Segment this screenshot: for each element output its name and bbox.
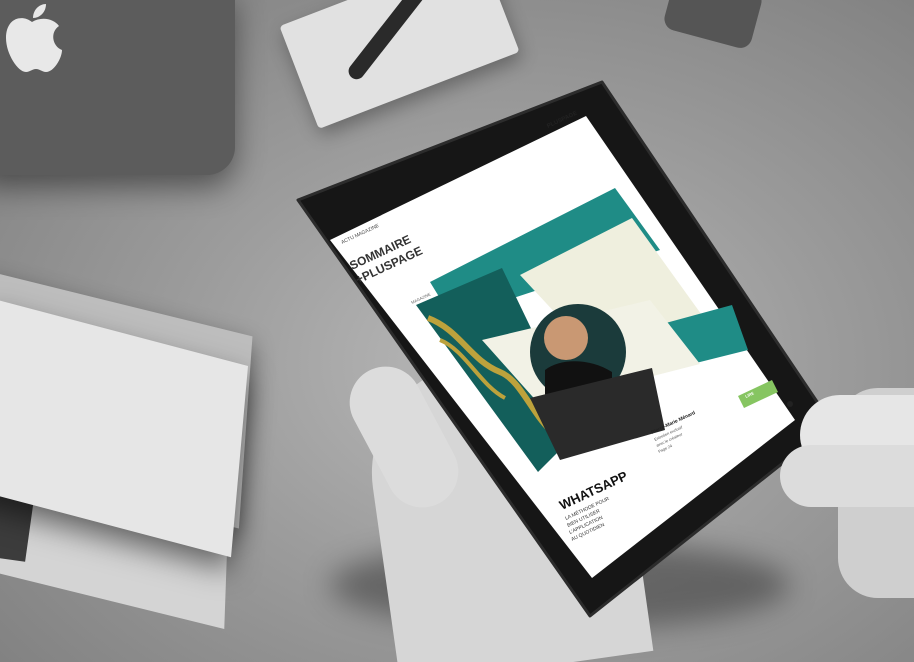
apple-logo-icon [6,4,62,73]
page-dot-icon[interactable] [787,401,793,407]
laptop [0,0,235,175]
tablet: PLUSPAGE ACTU MAGAZINE SOMMAIRE +PLUSPAG… [296,80,833,618]
photo-scene: PLUSPAGE ACTU MAGAZINE SOMMAIRE +PLUSPAG… [0,0,914,662]
desk-object [661,0,765,51]
right-finger [780,445,914,507]
portrait-face [544,316,588,360]
